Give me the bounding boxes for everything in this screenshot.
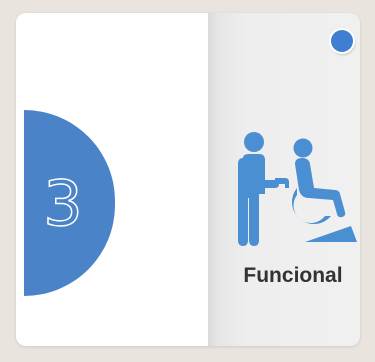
- step-number: 3: [43, 166, 84, 241]
- caregiver-wheelchair-icon: [235, 128, 360, 248]
- step-card: 3 Funcional: [16, 13, 360, 346]
- category-label: Funcional: [243, 264, 343, 287]
- status-dot: [331, 30, 353, 52]
